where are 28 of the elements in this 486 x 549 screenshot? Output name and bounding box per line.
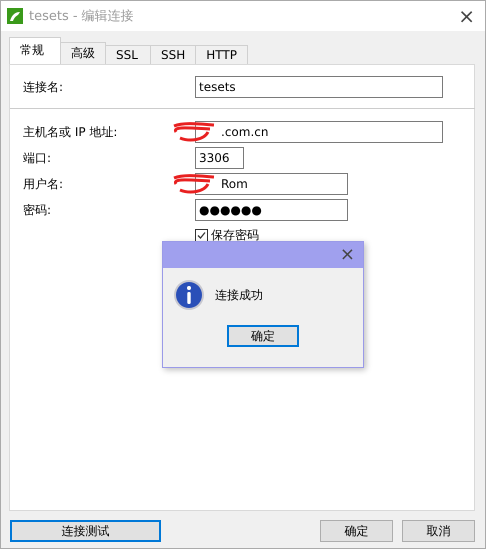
input-field[interactable]: 3306 — [195, 147, 244, 169]
ok-button[interactable]: 确定 — [227, 325, 299, 347]
info-icon — [173, 279, 205, 311]
tab[interactable]: HTTP — [195, 45, 248, 64]
field-label: 连接名: — [23, 78, 64, 96]
input-field[interactable]: Rom — [195, 173, 348, 195]
field-label: 端口: — [23, 150, 52, 166]
field-value: tesets — [199, 80, 236, 94]
dolphin-logo-icon — [7, 8, 23, 24]
field-label: 主机名或 IP 地址: — [23, 124, 118, 140]
field-value: ●●●●●● — [199, 203, 262, 217]
window-title: tesets - 编辑连接 — [29, 8, 135, 25]
close-button[interactable]: × — [340, 246, 355, 264]
checkbox-label: 保存密码 — [211, 227, 259, 244]
dialog-button[interactable]: 取消 — [402, 520, 475, 542]
close-button[interactable]: × — [458, 6, 475, 26]
input-field[interactable]: tesets — [195, 76, 443, 98]
message-text: 连接成功 — [215, 286, 263, 304]
field-value: 3306 — [199, 151, 230, 165]
field-label: 用户名: — [23, 176, 64, 192]
field-label: 密码: — [23, 202, 52, 218]
dialog-button[interactable]: 确定 — [320, 520, 393, 542]
input-field[interactable]: .com.cn — [195, 121, 443, 143]
input-field[interactable]: ●●●●●● — [195, 199, 348, 221]
field-value: Rom — [221, 177, 248, 191]
dialog-button[interactable]: 连接测试 — [10, 520, 161, 542]
field-value: .com.cn — [221, 125, 268, 139]
tab[interactable]: 常规 — [9, 37, 61, 64]
